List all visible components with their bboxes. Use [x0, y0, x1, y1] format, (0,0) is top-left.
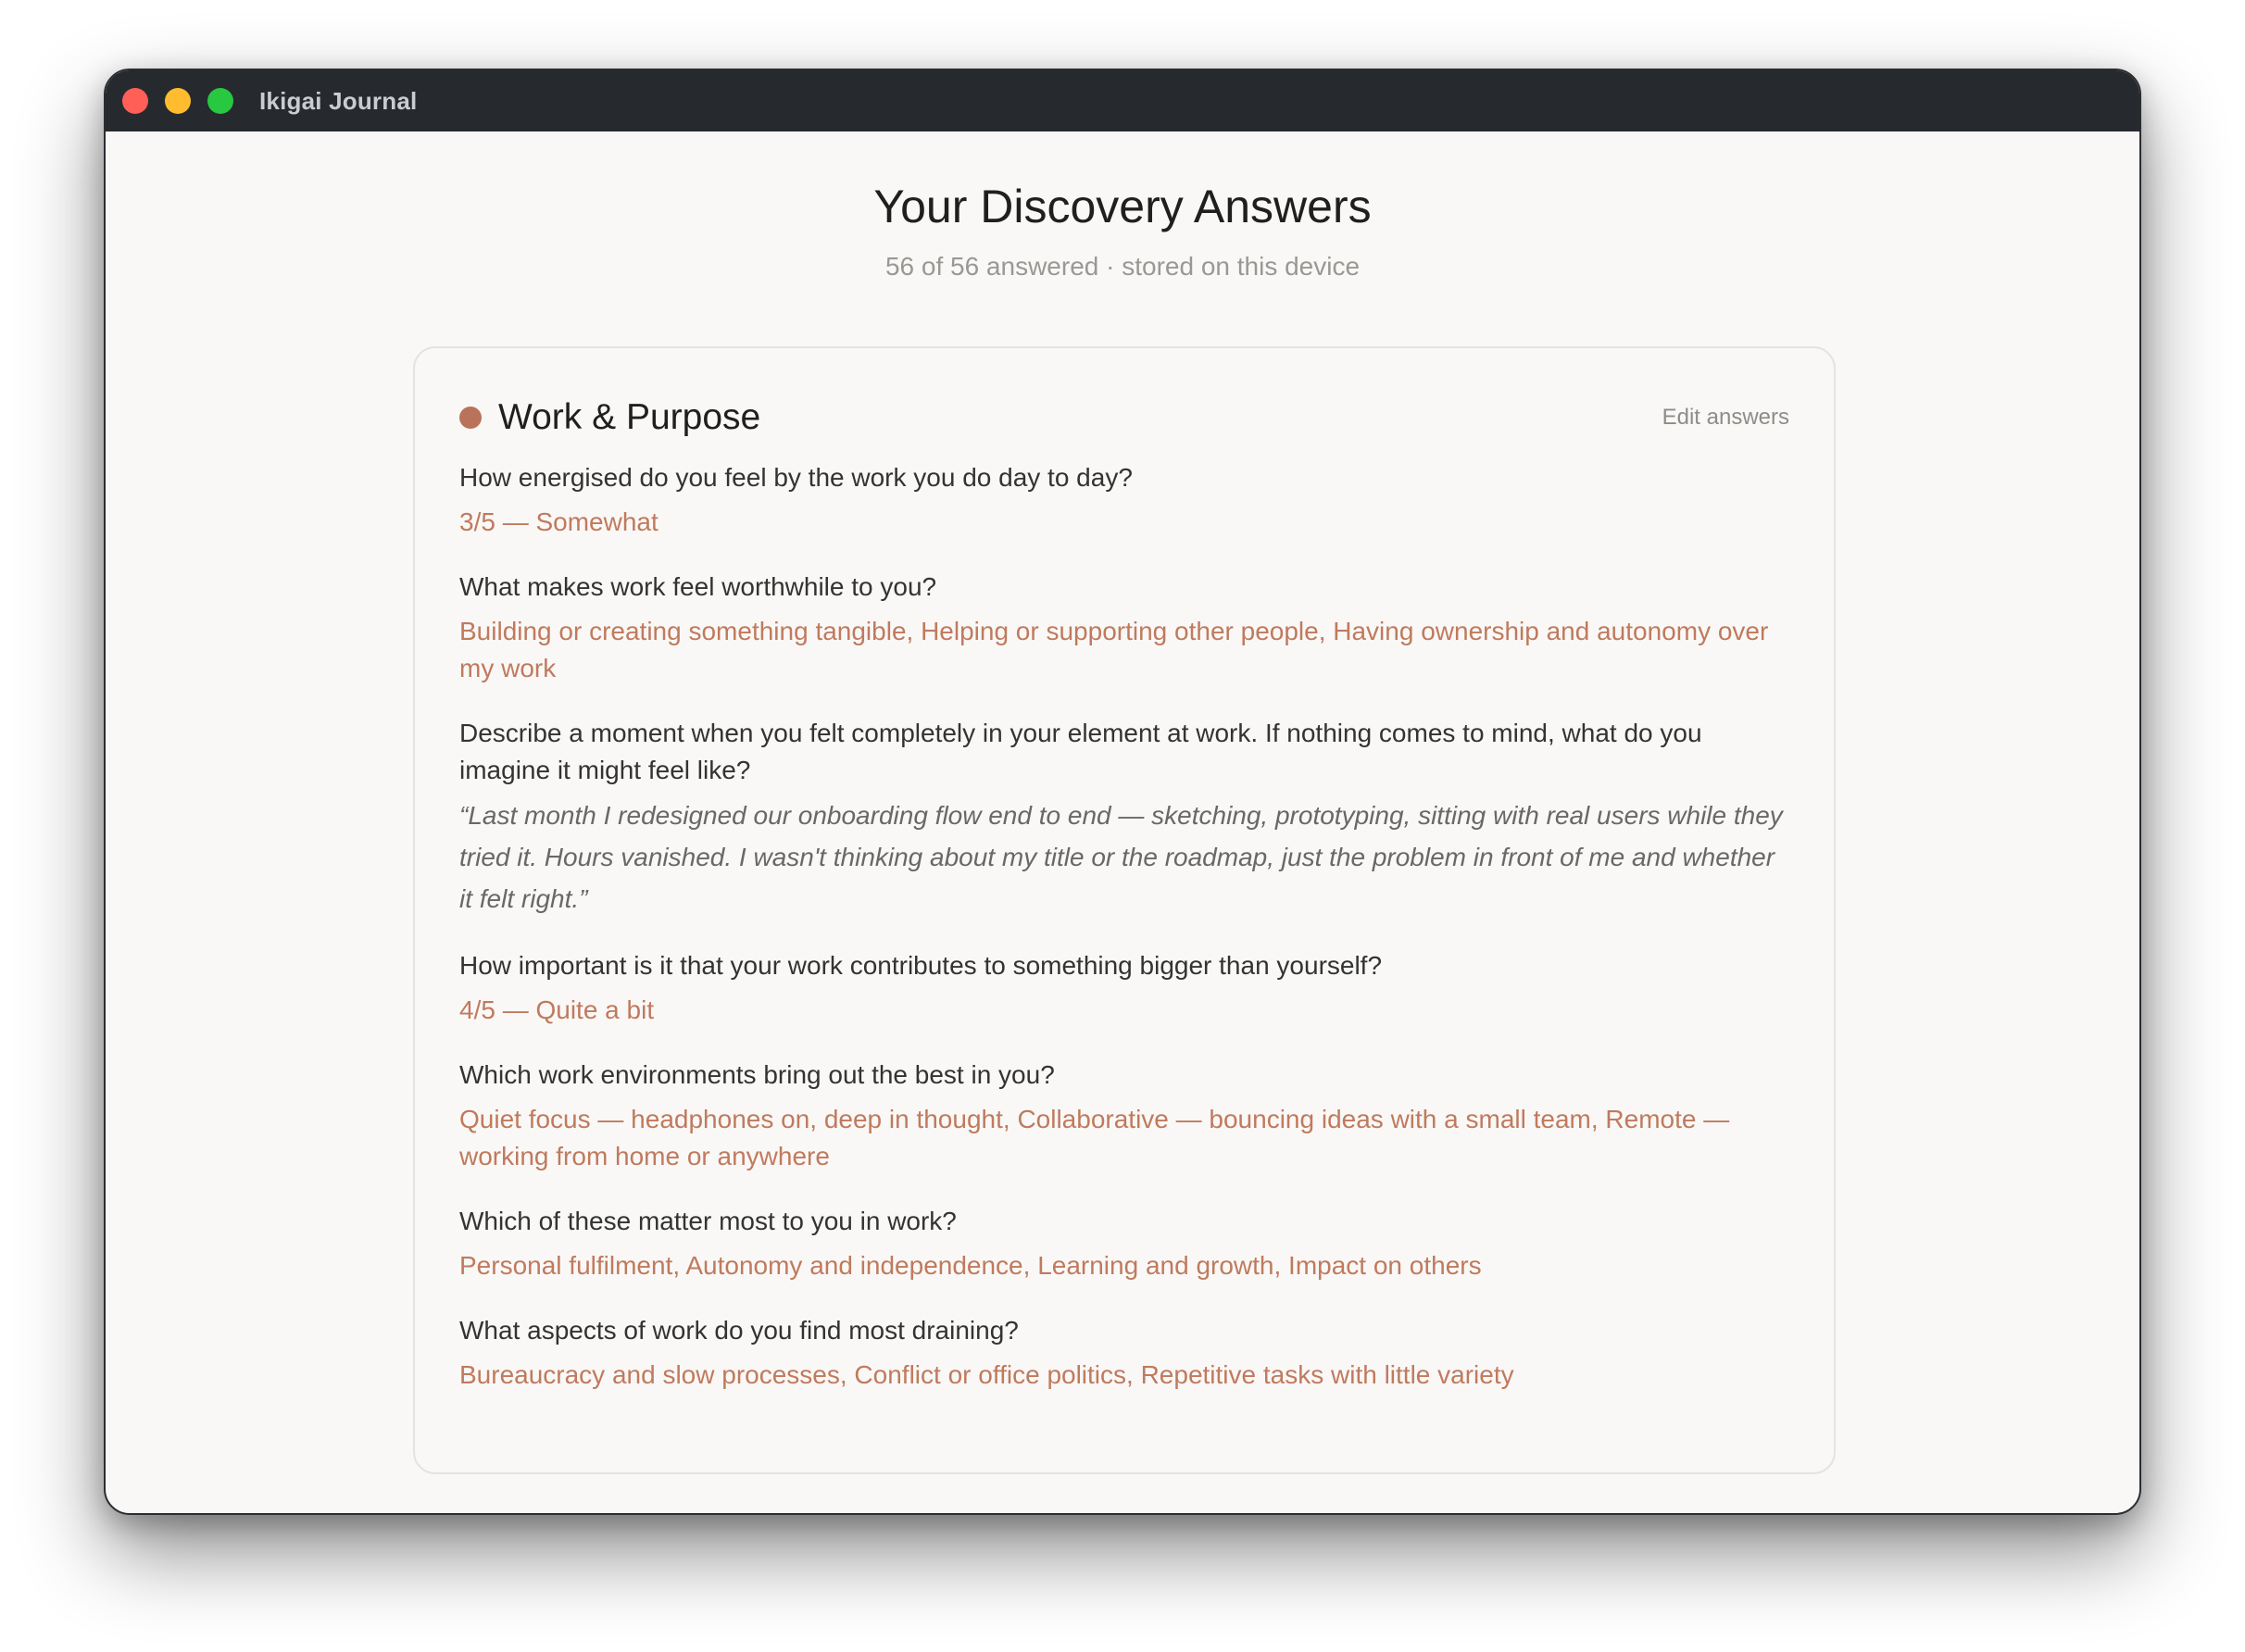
question-text: What makes work feel worthwhile to you? — [459, 572, 937, 601]
answer-text: Bureaucracy and slow processes, Conflict… — [459, 1360, 1514, 1389]
qa-item: How important is it that your work contr… — [459, 947, 1789, 1029]
question-text: Which of these matter most to you in wor… — [459, 1207, 957, 1235]
question-text: What aspects of work do you find most dr… — [459, 1316, 1019, 1345]
maximize-window-button[interactable] — [207, 88, 233, 114]
app-title: Ikigai Journal — [259, 86, 418, 115]
answer-text: 3/5 — Somewhat — [459, 507, 658, 536]
section-dot-icon — [459, 407, 482, 429]
qa-item: Which of these matter most to you in wor… — [459, 1203, 1789, 1284]
qa-item: Describe a moment when you felt complete… — [459, 715, 1789, 920]
answer-text: Personal fulfilment, Autonomy and indepe… — [459, 1251, 1482, 1280]
answer-text: Building or creating something tangible,… — [459, 617, 1769, 682]
minimize-window-button[interactable] — [165, 88, 191, 114]
qa-item: How energised do you feel by the work yo… — [459, 459, 1789, 541]
question-text: Which work environments bring out the be… — [459, 1060, 1055, 1089]
title-bar: Ikigai Journal — [106, 70, 2139, 131]
edit-answers-link[interactable]: Edit answers — [1662, 405, 1789, 431]
answer-quote-text: “Last month I redesigned our onboarding … — [459, 801, 1783, 913]
app-window: Ikigai Journal Your Discovery Answers 56… — [104, 69, 2141, 1515]
qa-item: What makes work feel worthwhile to you? … — [459, 569, 1789, 687]
section-title: Work & Purpose — [498, 397, 761, 437]
answer-text: Quiet focus — headphones on, deep in tho… — [459, 1105, 1730, 1170]
close-window-button[interactable] — [122, 88, 148, 114]
question-text: How energised do you feel by the work yo… — [459, 463, 1133, 492]
section-heading: Work & Purpose — [459, 397, 760, 438]
question-text: Describe a moment when you felt complete… — [459, 719, 1702, 784]
card-header: Work & Purpose Edit answers — [459, 394, 1789, 441]
page-title: Your Discovery Answers — [873, 181, 1372, 232]
page-subtitle: 56 of 56 answered · stored on this devic… — [884, 252, 1361, 281]
answer-text: 4/5 — Quite a bit — [459, 995, 655, 1024]
qa-item: What aspects of work do you find most dr… — [459, 1312, 1789, 1394]
answers-card: Work & Purpose Edit answers How energise… — [413, 346, 1836, 1474]
question-text: How important is it that your work contr… — [459, 951, 1383, 980]
qa-item: Which work environments bring out the be… — [459, 1057, 1789, 1175]
main-content: Your Discovery Answers 56 of 56 answered… — [106, 131, 2139, 1513]
